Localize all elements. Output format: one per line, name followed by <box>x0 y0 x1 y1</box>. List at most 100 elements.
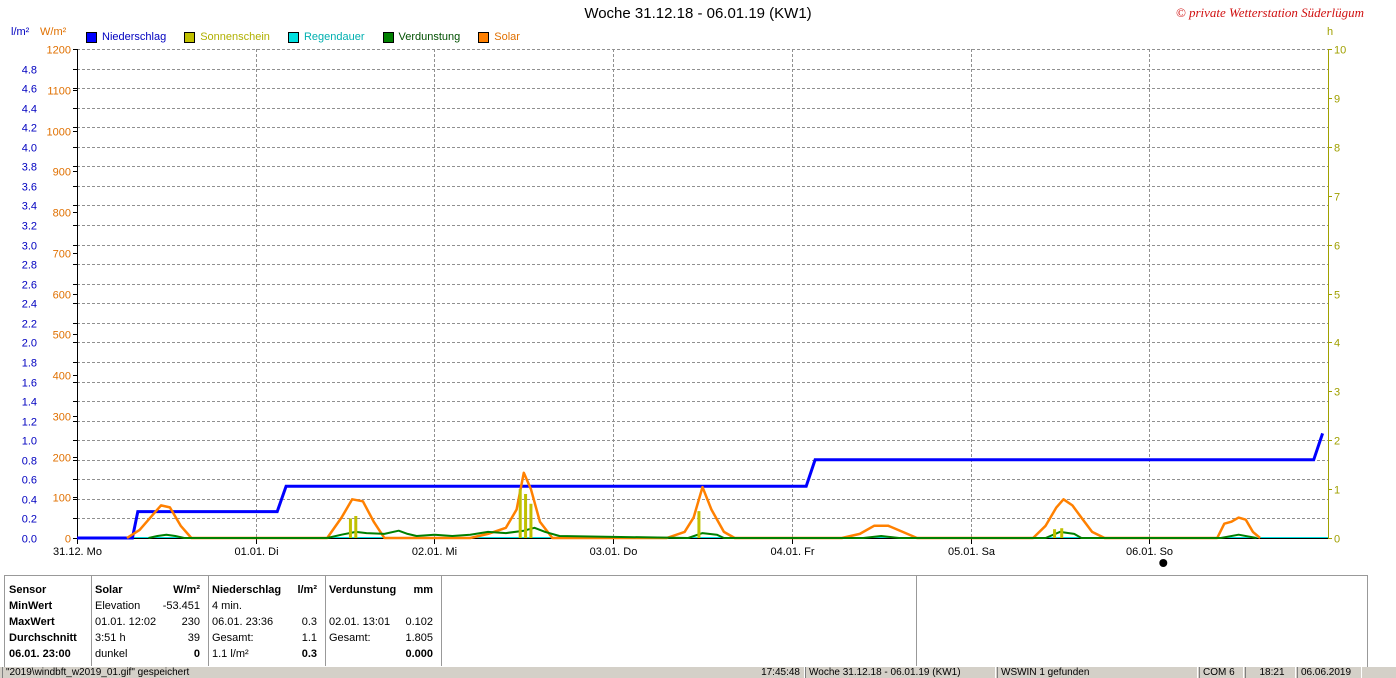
solar-tick-label: 300 <box>53 412 71 424</box>
hours-tick-label: 3 <box>1334 387 1340 399</box>
solar-unit-label: W/m² <box>40 26 67 38</box>
precip-tick-label: 0.0 <box>22 534 37 546</box>
stats-cell: 3:51 h <box>95 632 126 644</box>
precip-tick-label: 0.2 <box>22 514 37 526</box>
precip-tick-label: 3.4 <box>22 201 37 213</box>
precip-unit-label: l/m² <box>11 26 30 38</box>
legend-label: Niederschlag <box>102 31 167 43</box>
stats-value: 0.000 <box>405 648 433 660</box>
solar-tick-label: 600 <box>53 290 71 302</box>
legend-item-verdunstung: Verdunstung <box>382 31 461 43</box>
legend-label: Solar <box>494 31 520 43</box>
sonnenschein-bar <box>1060 528 1064 538</box>
stats-row-label: Sensor <box>9 584 47 596</box>
status-file-text: "2019\windbft_w2019_01.gif" gespeichert <box>6 667 190 678</box>
stats-header: Niederschlag <box>212 584 282 596</box>
stats-value: 0 <box>193 648 200 660</box>
solar-tick-label: 100 <box>53 493 71 505</box>
precip-tick-label: 4.0 <box>22 143 37 155</box>
weather-chart: 0.0 0.2 0.4 0.6 0.8 1.0 1.2 1.4 1.6 1.8 2.0 2.2 2.4 2… <box>22 45 1346 567</box>
stats-cell: Gesamt: <box>329 632 371 644</box>
precip-tick-label: 1.2 <box>22 417 37 429</box>
precip-tick-label: 2.6 <box>22 280 37 292</box>
precip-tick-label: 2.2 <box>22 319 37 331</box>
stats-value: -53.451 <box>162 600 200 612</box>
precip-tick-label: 2.4 <box>22 299 37 311</box>
x-tick-label: 02.01. Mi <box>412 546 457 558</box>
legend-swatch <box>478 31 490 43</box>
precip-tick-label: 4.4 <box>22 104 37 116</box>
solar-tick-label: 200 <box>53 453 71 465</box>
precip-tick-label: 2.0 <box>22 338 37 350</box>
solar-tick-label: 1100 <box>47 86 71 98</box>
precip-tick-label: 4.6 <box>22 84 37 96</box>
legend: Niederschlag Sonnenschein Regendauer Ver… <box>86 31 538 43</box>
sonnenschein-bar <box>524 493 528 538</box>
precip-tick-label: 0.6 <box>22 475 37 487</box>
precip-tick-label: 1.0 <box>22 436 37 448</box>
precip-tick-label: 1.8 <box>22 358 37 370</box>
stats-col-empty <box>441 576 917 666</box>
hours-unit-label: h <box>1327 26 1334 38</box>
stats-value: 1.805 <box>405 632 433 644</box>
sonnenschein-bar <box>354 515 358 538</box>
stats-cell: dunkel <box>95 648 128 660</box>
legend-item-regendauer: Regendauer <box>287 31 365 43</box>
stats-col-niederschlag: Niederschlag l/m² 4 min. 06.01. 23:36 0.3 … <box>208 576 326 666</box>
precip-tick-label: 3.8 <box>22 162 37 174</box>
hours-tick-label: 4 <box>1334 338 1340 350</box>
stats-cell: 06.01. 23:36 <box>212 616 274 628</box>
x-tick-label: 01.01. Di <box>234 546 278 558</box>
hours-tick-label: 10 <box>1334 45 1346 57</box>
stats-cell: Elevation <box>95 600 141 612</box>
copyright-label: © private Wetterstation Süderlügum <box>1175 5 1364 20</box>
stats-header: Solar <box>95 584 123 596</box>
hours-tick-label: 0 <box>1334 534 1340 546</box>
solar-tick-label: 1200 <box>47 45 71 57</box>
legend-swatch <box>287 31 299 43</box>
stats-value: 0.3 <box>301 616 317 628</box>
solar-tick-label: 500 <box>53 330 71 342</box>
stats-row-label: Durchschnitt <box>9 632 77 644</box>
stats-unit: l/m² <box>297 584 317 596</box>
stats-cell: 01.01. 12:02 <box>95 616 157 628</box>
precip-tick-label: 3.6 <box>22 182 37 194</box>
stats-cell: 02.01. 13:01 <box>329 616 391 628</box>
stats-value: 0.3 <box>301 648 317 660</box>
legend-item-solar: Solar <box>478 31 520 43</box>
sonnenschein-bar <box>529 503 533 538</box>
stats-value: 230 <box>181 616 200 628</box>
stats-row-label: 06.01. 23:00 <box>9 648 71 660</box>
hours-tick-label: 1 <box>1334 485 1340 497</box>
hours-tick-label: 6 <box>1334 241 1340 253</box>
sonnenschein-bar <box>348 518 352 538</box>
legend-swatch <box>86 31 97 43</box>
stats-value: 0.102 <box>405 616 433 628</box>
precip-tick-label: 1.6 <box>22 378 37 390</box>
stats-value: 1.1 <box>301 632 317 644</box>
stats-row-label: MinWert <box>9 600 53 612</box>
status-time: 17:45:48 <box>761 667 800 678</box>
status-clock: 18:21 <box>1245 667 1296 678</box>
stats-cell: 4 min. <box>212 600 242 612</box>
legend-item-niederschlag: Niederschlag <box>86 31 166 43</box>
precip-tick-label: 4.8 <box>22 65 37 77</box>
legend-swatch <box>184 31 196 43</box>
status-date: 06.06.2019 <box>1297 667 1362 678</box>
stats-value: 39 <box>187 632 200 644</box>
hours-tick-label: 8 <box>1334 143 1340 155</box>
hours-tick-label: 9 <box>1334 94 1340 106</box>
legend-label: Verdunstung <box>398 31 461 43</box>
precip-tick-label: 0.4 <box>22 495 37 507</box>
sonnenschein-bar <box>1053 529 1057 538</box>
status-port: COM 6 <box>1199 667 1244 678</box>
stats-col-sensor: Sensor MinWert MaxWert Durchschnitt 06.0… <box>5 576 92 666</box>
precip-tick-label: 3.2 <box>22 221 37 233</box>
sonnenschein-bar <box>697 511 701 538</box>
status-week: Woche 31.12.18 - 06.01.19 (KW1) <box>805 667 996 678</box>
solar-tick-label: 0 <box>65 534 71 546</box>
solar-tick-label: 400 <box>53 371 71 383</box>
solar-tick-label: 700 <box>53 249 71 261</box>
x-tick-label: 06.01. So <box>1126 546 1173 558</box>
solar-tick-label: 800 <box>53 208 71 220</box>
